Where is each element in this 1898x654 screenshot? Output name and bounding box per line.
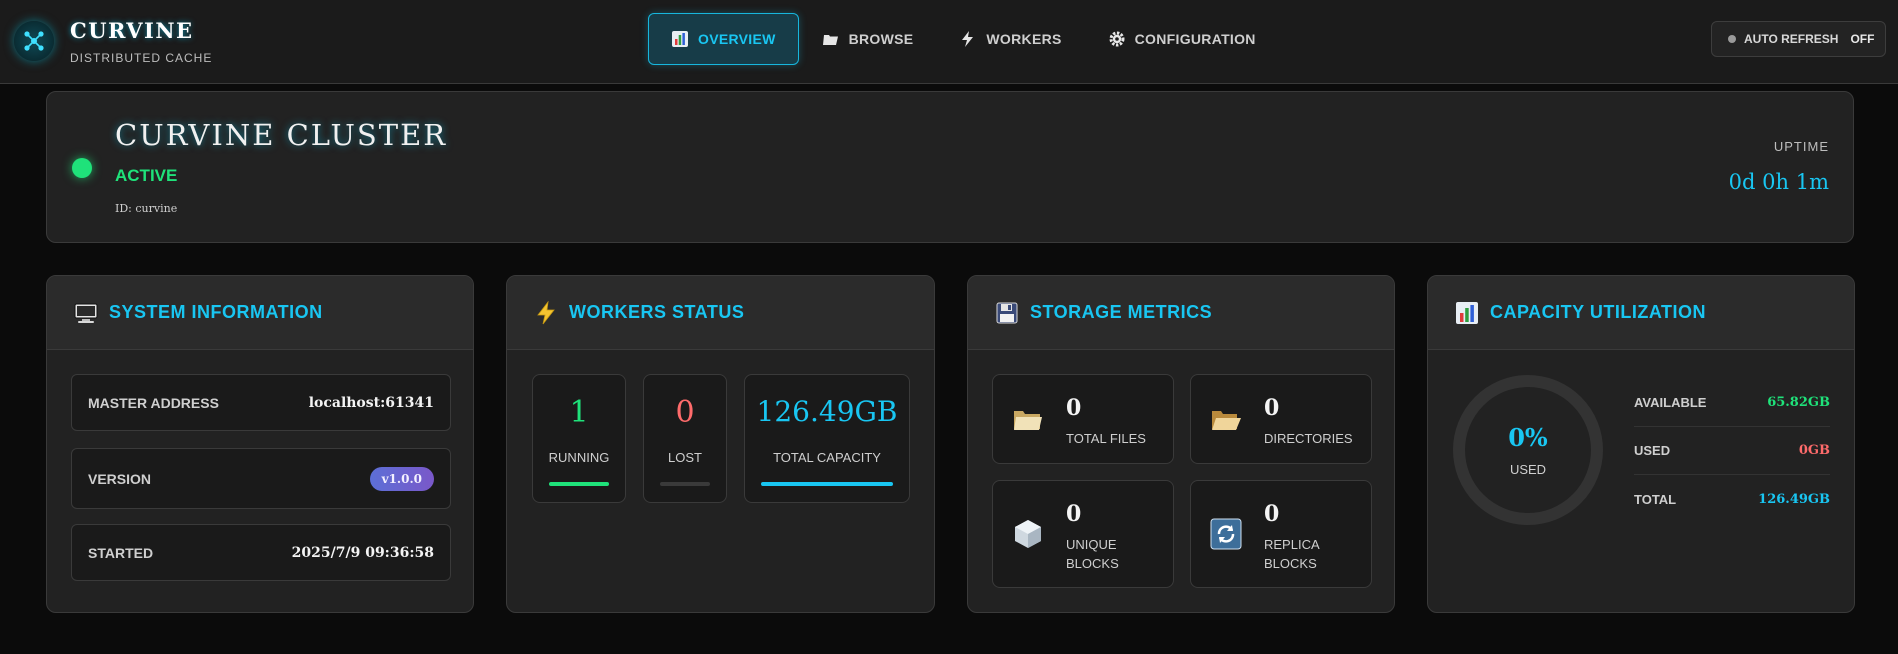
open-folder-icon xyxy=(1209,403,1243,437)
lightning-icon xyxy=(959,30,977,48)
used-value: 0GB xyxy=(1798,443,1830,458)
running-bar xyxy=(549,482,609,486)
chart-icon xyxy=(1454,300,1480,326)
directories-label: DIRECTORIES xyxy=(1264,431,1353,446)
cluster-status: ACTIVE xyxy=(115,166,178,185)
unique-blocks-label: UNIQUE BLOCKS xyxy=(1066,537,1119,571)
card-title: CAPACITY UTILIZATION xyxy=(1490,302,1706,322)
version-label: VERSION xyxy=(88,470,152,487)
master-address-value: localhost:61341 xyxy=(308,394,434,411)
card-header: WORKERS STATUS xyxy=(507,276,934,350)
total-value: 126.49GB xyxy=(1758,491,1830,507)
network-hub-icon xyxy=(14,21,54,61)
started-value: 2025/7/9 09:36:58 xyxy=(291,544,434,561)
usage-gauge: 0% USED xyxy=(1453,375,1603,525)
lost-bar xyxy=(660,482,710,486)
nav-tab-workers[interactable]: WORKERS xyxy=(936,13,1084,65)
workers-status-card: WORKERS STATUS 1 RUNNING 0 LOST 126.49GB… xyxy=(506,275,935,613)
info-row-master-address: MASTER ADDRESS localhost:61341 xyxy=(71,374,451,431)
replica-blocks-value: 0 xyxy=(1264,501,1280,527)
capacity-bar xyxy=(761,482,893,486)
nav-tab-configuration[interactable]: CONFIGURATION xyxy=(1085,13,1279,65)
card-header: CAPACITY UTILIZATION xyxy=(1428,276,1854,350)
total-files-label: TOTAL FILES xyxy=(1066,431,1146,446)
nav-tab-browse[interactable]: BROWSE xyxy=(799,13,937,65)
started-label: STARTED xyxy=(88,544,154,561)
total-capacity-label: TOTAL CAPACITY xyxy=(773,450,881,465)
computer-icon xyxy=(73,300,99,326)
available-value: 65.82GB xyxy=(1767,395,1830,410)
usage-percent: 0% xyxy=(1508,423,1548,452)
lightning-icon xyxy=(533,300,559,326)
card-title: SYSTEM INFORMATION xyxy=(109,302,323,322)
metric-replica-blocks: 0 REPLICA BLOCKS xyxy=(1190,480,1372,588)
cluster-banner: CURVINE CLUSTER ACTIVE ID: curvine UPTIM… xyxy=(46,91,1854,243)
directories-value: 0 xyxy=(1264,395,1280,421)
nav-tab-workers-label: WORKERS xyxy=(986,31,1062,47)
cluster-name: CURVINE CLUSTER xyxy=(115,118,448,152)
unique-blocks-value: 0 xyxy=(1066,501,1082,527)
card-header: STORAGE METRICS xyxy=(968,276,1394,350)
total-capacity-value: 126.49GB xyxy=(756,395,898,428)
uptime-value: 0d 0h 1m xyxy=(1728,170,1829,194)
brand-title: CURVINE xyxy=(70,18,194,43)
card-header: SYSTEM INFORMATION xyxy=(47,276,473,350)
nav-tab-browse-label: BROWSE xyxy=(848,31,914,47)
capacity-row-total: TOTAL 126.49GB xyxy=(1634,475,1830,523)
auto-refresh-indicator xyxy=(1728,35,1736,43)
floppy-disk-icon xyxy=(994,300,1020,326)
total-label: TOTAL xyxy=(1634,491,1677,507)
replica-blocks-label: REPLICA BLOCKS xyxy=(1264,537,1319,571)
usage-label: USED xyxy=(1509,462,1547,477)
main-nav: OVERVIEW BROWSE WORKERS CONFIGURATION xyxy=(648,13,1279,65)
total-files-value: 0 xyxy=(1066,395,1082,421)
system-information-card: SYSTEM INFORMATION MASTER ADDRESS localh… xyxy=(46,275,474,613)
workers-lost-box: 0 LOST xyxy=(643,374,727,503)
workers-running-box: 1 RUNNING xyxy=(532,374,626,503)
metric-unique-blocks: 0 UNIQUE BLOCKS xyxy=(992,480,1174,588)
workers-lost-value: 0 xyxy=(675,395,695,430)
storage-metrics-card: STORAGE METRICS 0 TOTAL FILES 0 DIRECTOR… xyxy=(967,275,1395,613)
cube-icon xyxy=(1011,517,1045,551)
card-title: STORAGE METRICS xyxy=(1030,302,1213,322)
auto-refresh-state: OFF xyxy=(1850,32,1875,46)
metric-directories: 0 DIRECTORIES xyxy=(1190,374,1372,464)
folder-icon xyxy=(822,30,840,48)
uptime-label: UPTIME xyxy=(1773,139,1829,154)
cluster-status-indicator xyxy=(72,158,92,178)
capacity-utilization-card: CAPACITY UTILIZATION 0% USED AVAILABLE 6… xyxy=(1427,275,1855,613)
workers-running-value: 1 xyxy=(569,395,589,430)
info-row-started: STARTED 2025/7/9 09:36:58 xyxy=(71,524,451,581)
used-label: USED xyxy=(1634,443,1671,458)
folder-icon xyxy=(1011,403,1045,437)
chart-icon xyxy=(671,30,689,48)
available-label: AVAILABLE xyxy=(1634,395,1707,410)
top-header: CURVINE DISTRIBUTED CACHE OVERVIEW BROWS… xyxy=(0,0,1898,84)
auto-refresh-toggle[interactable]: AUTO REFRESH OFF xyxy=(1711,21,1886,57)
metric-total-files: 0 TOTAL FILES xyxy=(992,374,1174,464)
info-row-version: VERSION v1.0.0 xyxy=(71,448,451,509)
auto-refresh-label: AUTO REFRESH xyxy=(1744,32,1839,46)
gear-icon xyxy=(1108,30,1126,48)
nav-tab-overview-label: OVERVIEW xyxy=(698,31,776,47)
nav-tab-overview[interactable]: OVERVIEW xyxy=(648,13,799,65)
capacity-row-used: USED 0GB xyxy=(1634,427,1830,475)
master-address-label: MASTER ADDRESS xyxy=(88,394,219,411)
workers-running-label: RUNNING xyxy=(548,450,610,465)
cluster-id: ID: curvine xyxy=(115,202,178,215)
refresh-icon xyxy=(1209,517,1243,551)
brand-subtitle: DISTRIBUTED CACHE xyxy=(70,51,213,65)
nav-tab-configuration-label: CONFIGURATION xyxy=(1134,31,1256,47)
version-badge: v1.0.0 xyxy=(369,466,434,491)
capacity-row-available: AVAILABLE 65.82GB xyxy=(1634,379,1830,427)
card-title: WORKERS STATUS xyxy=(569,302,745,322)
workers-capacity-box: 126.49GB TOTAL CAPACITY xyxy=(744,374,910,503)
workers-lost-label: LOST xyxy=(668,450,702,465)
